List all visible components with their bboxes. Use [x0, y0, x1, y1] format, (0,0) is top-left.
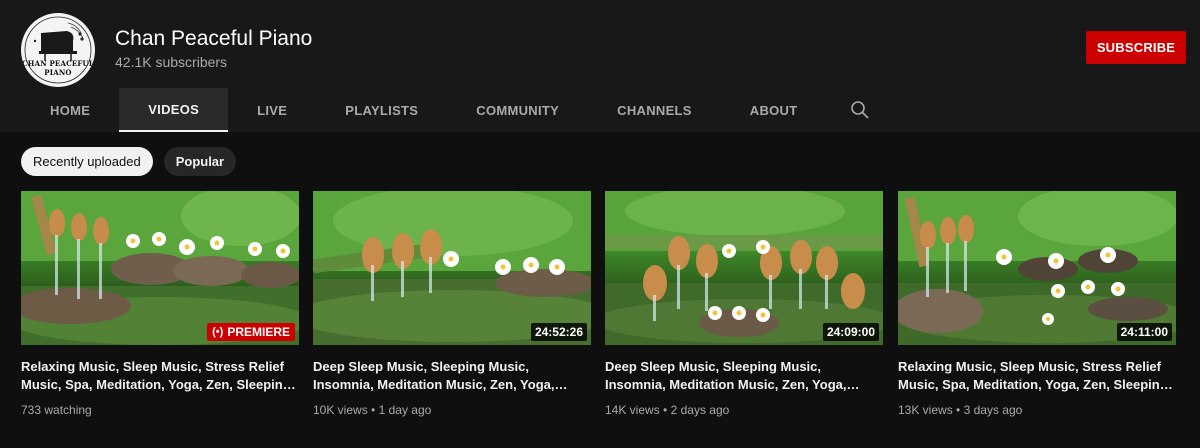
thumbnail-image	[898, 191, 1176, 345]
avatar-text-line2: PIANO	[44, 68, 72, 77]
video-thumbnail[interactable]: 24:09:00	[605, 191, 883, 345]
meta-separator: •	[663, 403, 671, 417]
video-duration: 24:09:00	[822, 323, 879, 341]
chip-popular[interactable]: Popular	[163, 147, 237, 176]
video-title[interactable]: Deep Sleep Music, Sleeping Music, Insomn…	[605, 358, 883, 394]
thumbnail-image	[605, 191, 883, 345]
video-metadata: 13K views • 3 days ago	[898, 403, 1176, 417]
video-thumbnail[interactable]: 24:52:26	[313, 191, 591, 345]
video-metadata: 14K views • 2 days ago	[605, 403, 883, 417]
avatar-text-line1: CHAN PEACEFUL	[22, 59, 94, 68]
video-upload-age: 2 days ago	[670, 403, 730, 417]
tab-home[interactable]: HOME	[21, 88, 119, 132]
thumbnail-image	[313, 191, 591, 345]
video-thumbnail[interactable]: 24:11:00	[898, 191, 1176, 345]
tab-community[interactable]: COMMUNITY	[447, 88, 588, 132]
video-card[interactable]: (•) PREMIERE Relaxing Music, Sleep Music…	[21, 191, 299, 417]
video-metadata: 733 watching	[21, 403, 299, 417]
channel-header: CHAN PEACEFUL PIANO Chan Peaceful Piano …	[0, 0, 1200, 132]
video-metadata: 10K views • 1 day ago	[313, 403, 591, 417]
chip-recently-uploaded[interactable]: Recently uploaded	[21, 147, 153, 176]
meta-separator: •	[371, 403, 379, 417]
premiere-label: PREMIERE	[227, 325, 290, 339]
search-icon	[851, 101, 870, 119]
channel-search-button[interactable]	[826, 88, 894, 132]
video-duration: 24:11:00	[1116, 323, 1172, 341]
tab-live[interactable]: LIVE	[228, 88, 316, 132]
video-view-count: 733 watching	[21, 403, 92, 417]
video-title[interactable]: Relaxing Music, Sleep Music, Stress Reli…	[898, 358, 1176, 394]
video-card[interactable]: 24:52:26 Deep Sleep Music, Sleeping Musi…	[313, 191, 591, 417]
video-card[interactable]: 24:11:00 Relaxing Music, Sleep Music, St…	[898, 191, 1176, 417]
video-view-count: 14K views	[605, 403, 660, 417]
subscriber-count: 42.1K subscribers	[115, 54, 228, 70]
video-view-count: 13K views	[898, 403, 953, 417]
video-upload-age: 1 day ago	[378, 403, 432, 417]
video-card[interactable]: 24:09:00 Deep Sleep Music, Sleeping Musi…	[605, 191, 883, 417]
meta-separator: •	[956, 403, 964, 417]
live-broadcast-icon: (•)	[212, 326, 224, 338]
sort-chips: Recently uploaded Popular	[21, 147, 237, 176]
subscribe-button[interactable]: SUBSCRIBE	[1086, 31, 1186, 64]
channel-avatar[interactable]: CHAN PEACEFUL PIANO	[21, 13, 95, 87]
video-thumbnail[interactable]: (•) PREMIERE	[21, 191, 299, 345]
video-duration: 24:52:26	[530, 323, 587, 341]
tab-playlists[interactable]: PLAYLISTS	[316, 88, 447, 132]
video-title[interactable]: Relaxing Music, Sleep Music, Stress Reli…	[21, 358, 299, 394]
premiere-badge: (•) PREMIERE	[207, 323, 295, 341]
channel-name: Chan Peaceful Piano	[115, 27, 313, 50]
tab-about[interactable]: ABOUT	[721, 88, 827, 132]
video-upload-age: 3 days ago	[963, 403, 1023, 417]
thumbnail-image	[21, 191, 299, 345]
tab-channels[interactable]: CHANNELS	[588, 88, 721, 132]
channel-tabs: HOME VIDEOS LIVE PLAYLISTS COMMUNITY CHA…	[21, 88, 894, 132]
video-view-count: 10K views	[313, 403, 368, 417]
tab-videos[interactable]: VIDEOS	[119, 88, 229, 132]
video-title[interactable]: Deep Sleep Music, Sleeping Music, Insomn…	[313, 358, 591, 394]
